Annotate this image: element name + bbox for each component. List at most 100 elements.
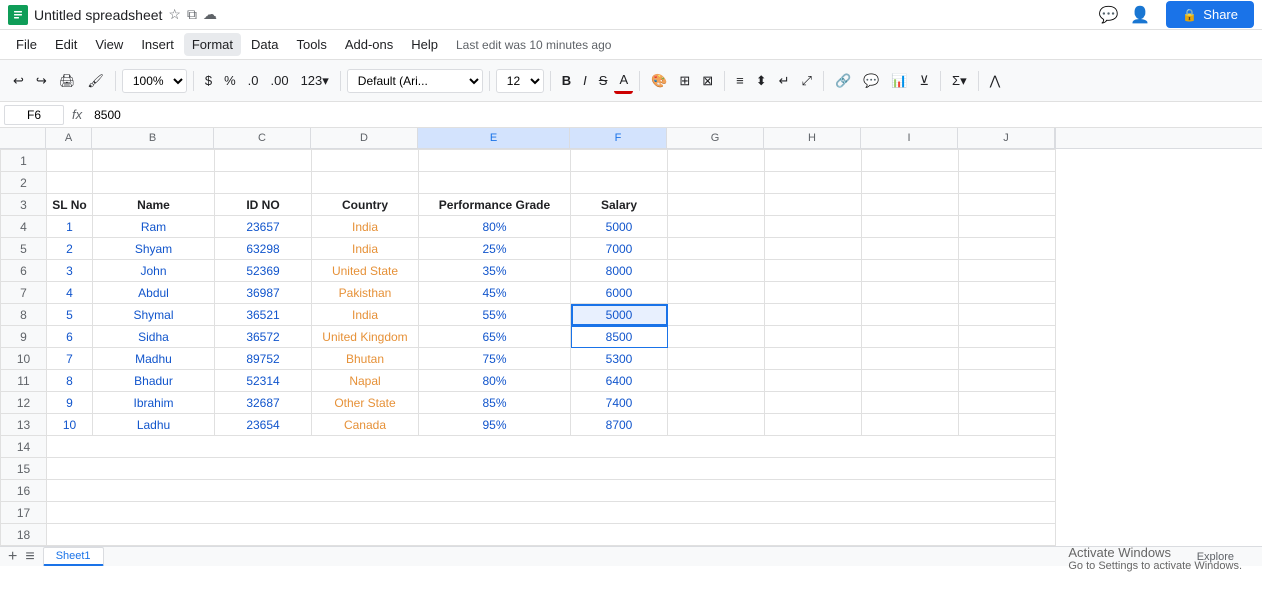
all-sheets-button[interactable]: ≡ [25,548,34,566]
filter-button[interactable]: ⊻ [915,69,935,93]
row-num-16[interactable]: 16 [1,480,47,502]
cell-a9[interactable]: 6 [47,326,93,348]
cell-a5[interactable]: 2 [47,238,93,260]
cell-c7[interactable]: 36987 [215,282,312,304]
row-num-11[interactable]: 11 [1,370,47,392]
cell-a12[interactable]: 9 [47,392,93,414]
cell-h5[interactable] [765,238,862,260]
cell-f3-salary[interactable]: Salary [571,194,668,216]
cell-i2[interactable] [862,172,959,194]
cell-f9[interactable]: 8500 [571,326,668,348]
cell-i13[interactable] [862,414,959,436]
cell-b2[interactable] [93,172,215,194]
cell-d3-country[interactable]: Country [312,194,419,216]
cell-h4[interactable] [765,216,862,238]
decrease-decimals-button[interactable]: .0 [243,69,264,92]
cell-i5[interactable] [862,238,959,260]
col-header-f[interactable]: F [570,128,667,148]
cell-c10[interactable]: 89752 [215,348,312,370]
cell-e7[interactable]: 45% [419,282,571,304]
cell-h7[interactable] [765,282,862,304]
bold-button[interactable]: B [557,69,576,92]
cell-d13[interactable]: Canada [312,414,419,436]
cell-i4[interactable] [862,216,959,238]
cell-e1[interactable] [419,150,571,172]
cell-c6[interactable]: 52369 [215,260,312,282]
row-num-7[interactable]: 7 [1,282,47,304]
cell-i7[interactable] [862,282,959,304]
cell-e11[interactable]: 80% [419,370,571,392]
cell-f8-active[interactable]: 5000 [571,304,668,326]
text-wrap-button[interactable]: ↵ [774,69,795,93]
cell-j4[interactable] [959,216,1056,238]
cell-c3-idno[interactable]: ID NO [215,194,312,216]
cell-empty-16[interactable] [47,480,1056,502]
menu-insert[interactable]: Insert [133,33,182,56]
row-num-4[interactable]: 4 [1,216,47,238]
cell-c2[interactable] [215,172,312,194]
cell-a11[interactable]: 8 [47,370,93,392]
cell-g6[interactable] [668,260,765,282]
row-num-13[interactable]: 13 [1,414,47,436]
cell-c5[interactable]: 63298 [215,238,312,260]
cell-e3-grade[interactable]: Performance Grade [419,194,571,216]
comments-icon[interactable]: 💬 [1097,3,1121,27]
cell-empty-18[interactable] [47,524,1056,546]
cell-h13[interactable] [765,414,862,436]
cell-h12[interactable] [765,392,862,414]
cell-b9[interactable]: Sidha [93,326,215,348]
cell-j5[interactable] [959,238,1056,260]
cell-d12[interactable]: Other State [312,392,419,414]
text-rotation-button[interactable]: ⤢ [797,69,817,93]
row-num-12[interactable]: 12 [1,392,47,414]
cell-a10[interactable]: 7 [47,348,93,370]
cell-b6[interactable]: John [93,260,215,282]
cell-empty-14[interactable] [47,436,1056,458]
redo-button[interactable]: ↪ [31,69,52,93]
cell-f11[interactable]: 6400 [571,370,668,392]
cell-e10[interactable]: 75% [419,348,571,370]
merge-cells-button[interactable]: ⊠ [697,69,718,93]
fill-color-button[interactable]: 🎨 [646,69,672,93]
cell-j12[interactable] [959,392,1056,414]
row-num-2[interactable]: 2 [1,172,47,194]
menu-data[interactable]: Data [243,33,286,56]
cell-c1[interactable] [215,150,312,172]
cell-a13[interactable]: 10 [47,414,93,436]
cell-j2[interactable] [959,172,1056,194]
cell-d11[interactable]: Napal [312,370,419,392]
cell-j11[interactable] [959,370,1056,392]
cell-h2[interactable] [765,172,862,194]
cell-i8[interactable] [862,304,959,326]
cell-reference-input[interactable] [4,105,64,125]
cell-f13[interactable]: 8700 [571,414,668,436]
menu-help[interactable]: Help [403,33,446,56]
star-icon[interactable]: ☆ [168,6,181,23]
cell-a4[interactable]: 1 [47,216,93,238]
cell-i10[interactable] [862,348,959,370]
col-header-d[interactable]: D [311,128,418,148]
cell-c11[interactable]: 52314 [215,370,312,392]
cell-b3-name[interactable]: Name [93,194,215,216]
col-header-a[interactable]: A [46,128,92,148]
explore-button[interactable]: ⋀ [985,69,1006,93]
row-num-5[interactable]: 5 [1,238,47,260]
cell-g8[interactable] [668,304,765,326]
cell-d1[interactable] [312,150,419,172]
cell-f7[interactable]: 6000 [571,282,668,304]
format-as-percent-button[interactable]: % [219,69,241,92]
cell-a2[interactable] [47,172,93,194]
align-left-button[interactable]: ≡ [731,69,749,92]
cell-g7[interactable] [668,282,765,304]
cloud-icon[interactable]: ☁ [203,6,217,23]
row-num-15[interactable]: 15 [1,458,47,480]
col-header-j[interactable]: J [958,128,1055,148]
cell-b13[interactable]: Ladhu [93,414,215,436]
cell-e6[interactable]: 35% [419,260,571,282]
cell-f1[interactable] [571,150,668,172]
cell-c8[interactable]: 36521 [215,304,312,326]
format-as-currency-button[interactable]: $ [200,69,217,92]
cell-a1[interactable] [47,150,93,172]
row-num-1[interactable]: 1 [1,150,47,172]
cell-f4[interactable]: 5000 [571,216,668,238]
